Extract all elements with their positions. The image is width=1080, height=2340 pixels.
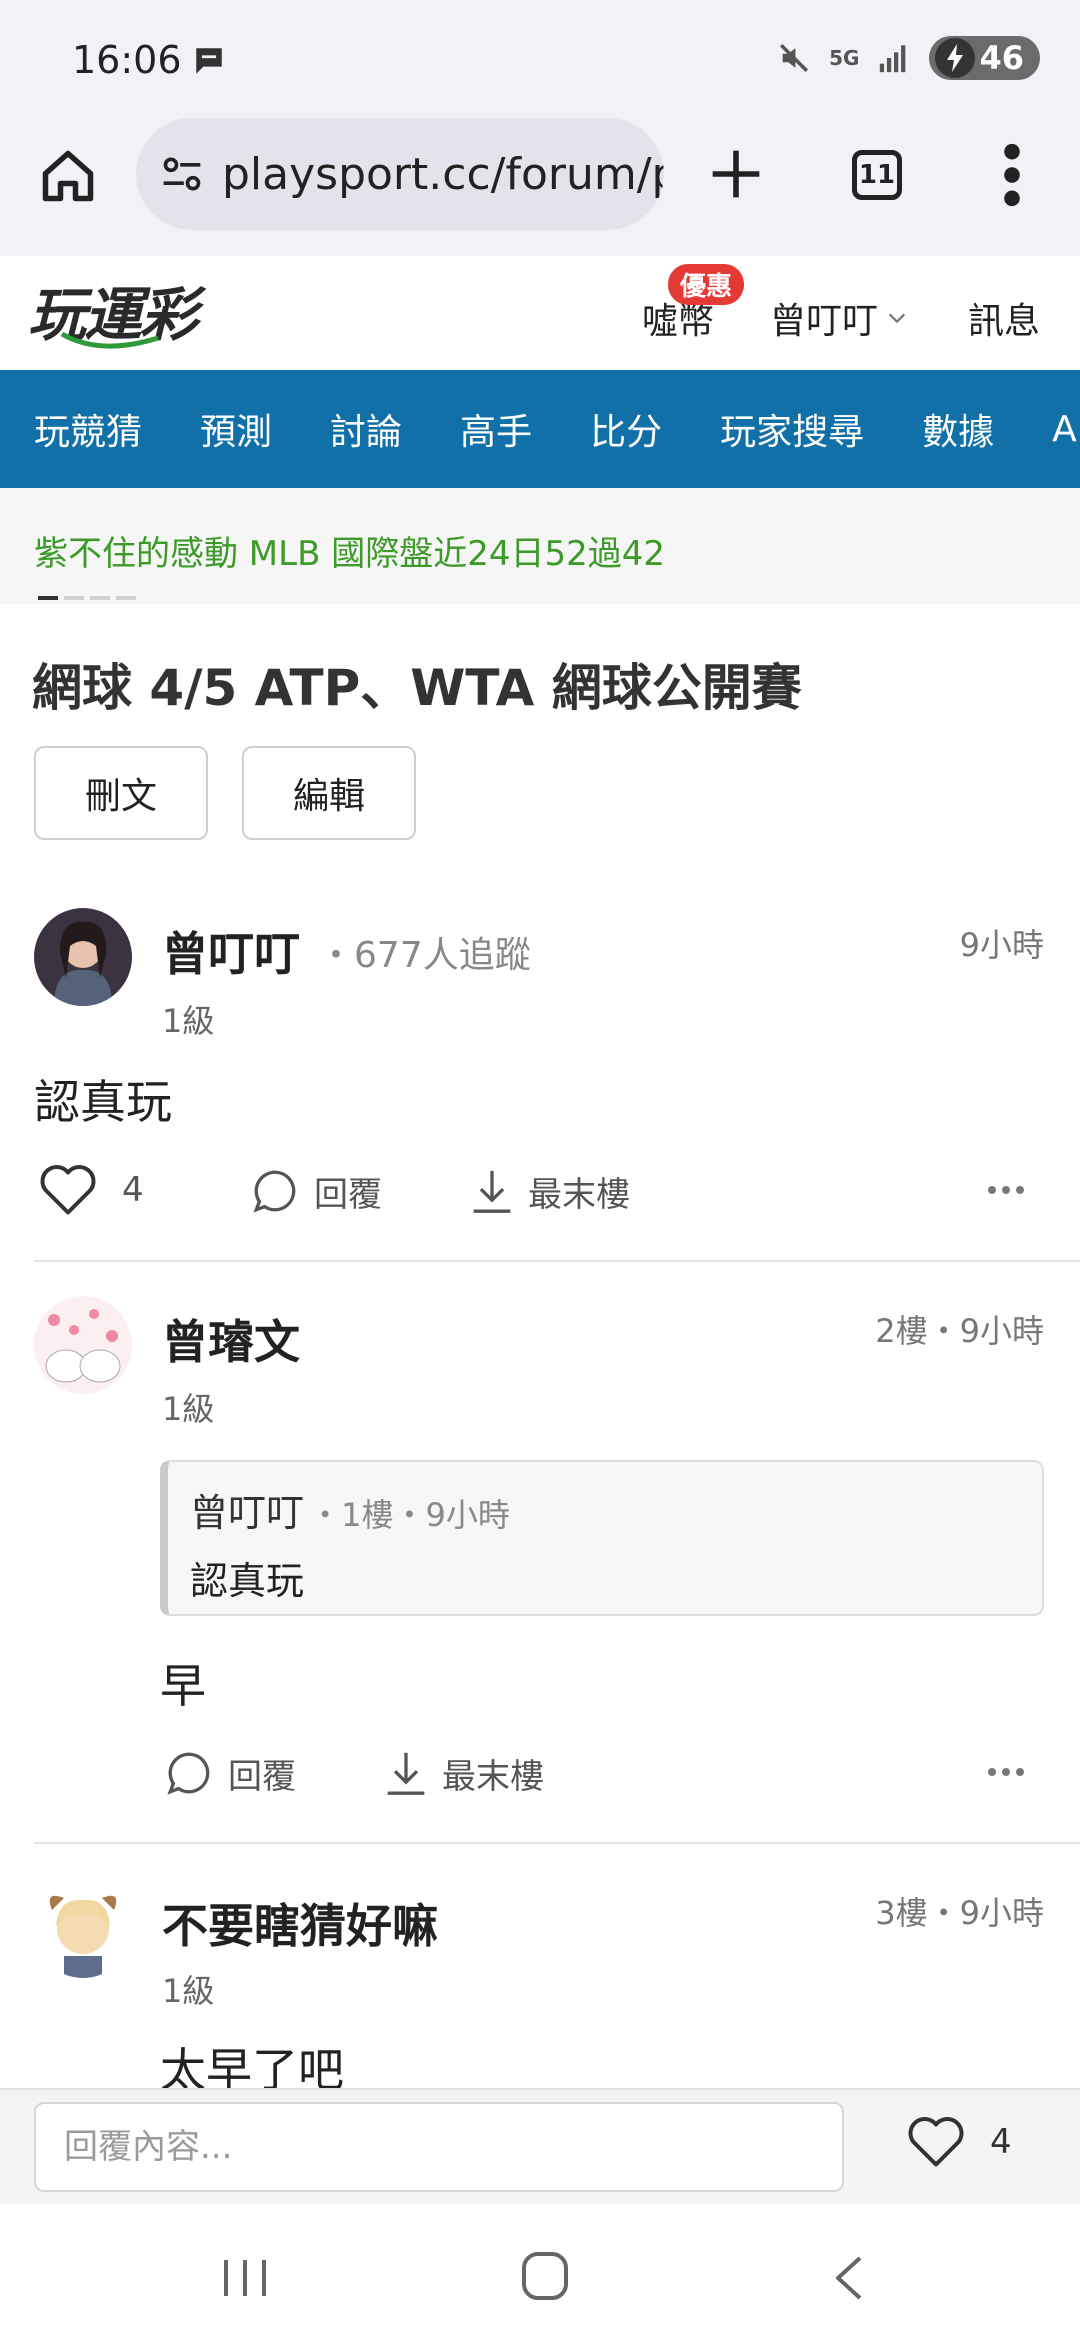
- nav-item-app[interactable]: APP: [1052, 409, 1080, 450]
- follower-count-label: 677人追蹤: [354, 935, 531, 976]
- heart-icon: [908, 2117, 964, 2167]
- last-floor-label: 最末樓: [442, 1756, 544, 1797]
- like-count: 4: [122, 1170, 144, 1210]
- post-like-button[interactable]: 4: [906, 2114, 1012, 2170]
- nav-item-stats[interactable]: 數據: [922, 403, 994, 455]
- battery-indicator: 46: [929, 36, 1040, 80]
- status-icons: 5G 46: [777, 36, 1040, 80]
- home-nav-icon[interactable]: [520, 2250, 570, 2302]
- user-level: 1級: [162, 1972, 215, 2010]
- reply-label: 回覆: [228, 1756, 296, 1797]
- url-text: playsport.cc/forum/p: [222, 148, 664, 200]
- reply-button[interactable]: 回覆: [164, 1748, 296, 1798]
- comment-icon: [253, 1170, 296, 1213]
- home-icon[interactable]: [38, 146, 98, 206]
- ticker-dot[interactable]: [64, 596, 84, 600]
- promo-badge: 優惠: [668, 264, 745, 305]
- author-name[interactable]: 不要瞎猜好嘛: [162, 1890, 438, 1956]
- meta-separator: ・: [309, 1496, 342, 1534]
- user-level: 1級: [162, 1390, 215, 1428]
- reply-content: 認真玩: [34, 1075, 172, 1129]
- comment-icon: [167, 1752, 210, 1795]
- more-options-icon[interactable]: [986, 1184, 1026, 1196]
- more-menu-icon[interactable]: [992, 140, 1032, 210]
- ticker-dot[interactable]: [116, 596, 136, 600]
- nav-item-predictions[interactable]: 預測: [200, 403, 272, 455]
- quote-header: 曾叮叮 ・1樓・9小時: [190, 1482, 510, 1537]
- heart-icon: [40, 1165, 96, 1215]
- network-type-label: 5G: [829, 46, 860, 70]
- user-level: 1級: [162, 1002, 215, 1040]
- tab-switcher-button[interactable]: 11: [852, 150, 902, 200]
- like-count: 4: [990, 2122, 1012, 2162]
- status-time: 16:06: [72, 38, 182, 82]
- floor-and-time: 3樓・9小時: [875, 1894, 1044, 1932]
- like-button[interactable]: 4: [38, 1162, 144, 1218]
- quote-content: 認真玩: [190, 1559, 305, 1603]
- reply-button[interactable]: 回覆: [250, 1166, 382, 1216]
- ticker-link[interactable]: 紫不住的感動 MLB 國際盤近24日52過42: [34, 526, 665, 575]
- address-bar[interactable]: playsport.cc/forum/p: [136, 118, 664, 230]
- site-settings-icon[interactable]: [160, 152, 204, 196]
- nav-item-player-search[interactable]: 玩家搜尋: [720, 403, 864, 455]
- logo-swoosh: [60, 331, 159, 349]
- ticker-pagination: [38, 596, 136, 600]
- reply-input[interactable]: [34, 2102, 844, 2192]
- signal-icon: [880, 45, 906, 73]
- page-title: 網球 4/5 ATP、WTA 網球公開賽: [32, 659, 802, 717]
- delete-post-button[interactable]: 刪文: [34, 746, 208, 840]
- download-arrow-icon: [473, 1170, 511, 1213]
- messages-link[interactable]: 訊息: [968, 292, 1040, 344]
- quote-author: 曾叮叮: [190, 1491, 305, 1535]
- battery-level: 46: [979, 39, 1024, 77]
- nav-item-scores[interactable]: 比分: [590, 403, 662, 455]
- new-tab-icon[interactable]: [708, 146, 764, 202]
- edit-post-button[interactable]: 編輯: [242, 746, 416, 840]
- last-floor-label: 最末樓: [528, 1174, 630, 1215]
- avatar[interactable]: [34, 1296, 132, 1394]
- nav-item-forum[interactable]: 討論: [330, 403, 402, 455]
- recent-apps-icon[interactable]: [220, 2256, 270, 2300]
- message-notification-icon: [196, 48, 222, 74]
- nav-item-predict-game[interactable]: 玩競猜: [34, 403, 142, 455]
- author-name[interactable]: 曾璿文: [162, 1306, 300, 1372]
- jump-last-floor-button[interactable]: 最末樓: [384, 1748, 544, 1798]
- divider: [34, 1260, 1080, 1262]
- follower-count: ・677人追蹤: [318, 926, 531, 978]
- meta-separator: ・: [318, 935, 355, 976]
- divider: [34, 1842, 1080, 1844]
- mute-icon: [780, 43, 809, 73]
- avatar[interactable]: [34, 1880, 132, 1978]
- quoted-reply: 曾叮叮 ・1樓・9小時 認真玩: [160, 1460, 1044, 1616]
- ticker-dot[interactable]: [90, 596, 110, 600]
- user-menu-label: 曾叮叮: [770, 301, 879, 342]
- more-options-icon[interactable]: [986, 1766, 1026, 1778]
- chevron-down-icon: [888, 313, 906, 324]
- quote-meta: 1樓・9小時: [341, 1496, 510, 1534]
- floor-and-time: 2樓・9小時: [875, 1312, 1044, 1350]
- author-name[interactable]: 曾叮叮: [162, 918, 300, 984]
- reply-content: 早: [160, 1659, 206, 1713]
- main-nav: 玩競猜 預測 討論 高手 比分 玩家搜尋 數據 APP: [0, 370, 1080, 488]
- charging-icon: [935, 38, 976, 78]
- ticker-dot[interactable]: [38, 596, 58, 600]
- post-time: 9小時: [959, 926, 1044, 964]
- back-icon[interactable]: [828, 2254, 868, 2302]
- download-arrow-icon: [387, 1752, 425, 1795]
- avatar[interactable]: [34, 908, 132, 1006]
- jump-last-floor-button[interactable]: 最末樓: [470, 1166, 630, 1216]
- user-menu[interactable]: 曾叮叮: [770, 292, 908, 344]
- reply-label: 回覆: [314, 1174, 382, 1215]
- system-navigation-bar: [0, 2204, 1080, 2340]
- nav-item-experts[interactable]: 高手: [460, 403, 532, 455]
